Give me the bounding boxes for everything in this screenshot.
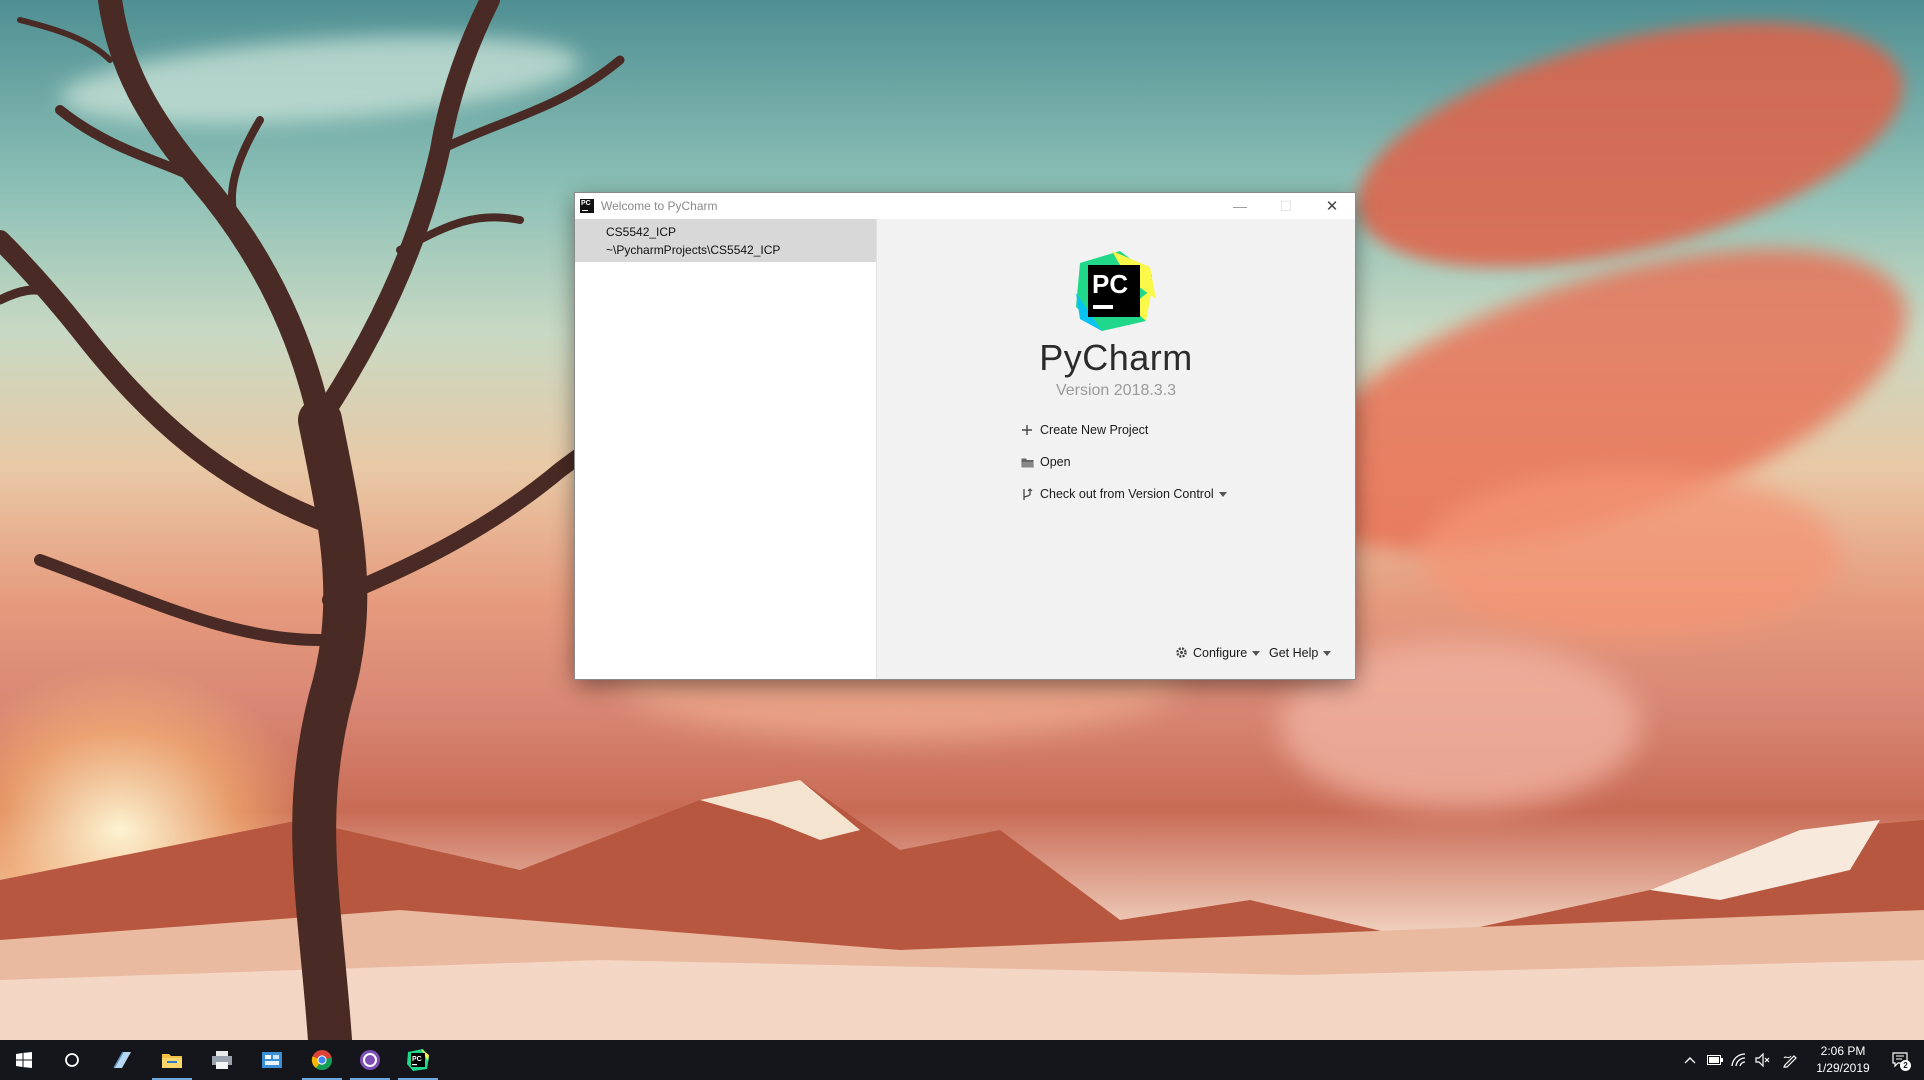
action-center-button[interactable]: 2 xyxy=(1880,1040,1920,1080)
create-new-project-button[interactable]: Create New Project xyxy=(1020,420,1148,440)
app-name: PyCharm xyxy=(1039,337,1193,378)
recent-project-path: ~\PycharmProjects\CS5542_ICP xyxy=(606,243,781,257)
checkout-vcs-label: Check out from Version Control xyxy=(1040,487,1214,501)
wifi-icon xyxy=(1731,1053,1746,1067)
start-button[interactable] xyxy=(0,1040,48,1080)
network-button[interactable] xyxy=(1728,1040,1750,1080)
start-icon xyxy=(16,1052,32,1068)
create-new-project-label: Create New Project xyxy=(1040,423,1149,437)
recent-projects-list: CS5542_ICP ~\PycharmProjects\CS5542_ICP xyxy=(575,219,877,679)
printer-icon xyxy=(212,1051,232,1069)
store-icon xyxy=(262,1052,282,1068)
notepad-icon xyxy=(113,1051,131,1069)
close-button[interactable]: ✕ xyxy=(1309,193,1355,219)
chevron-up-icon xyxy=(1684,1057,1696,1064)
close-icon: ✕ xyxy=(1325,198,1339,215)
volume-button[interactable] xyxy=(1752,1040,1774,1080)
get-help-label: Get Help xyxy=(1269,646,1319,660)
pycharm-welcome-window: PC Welcome to PyCharm — ☐ ✕ CS5542_ICP ~… xyxy=(575,193,1355,679)
minimize-icon: — xyxy=(1233,198,1247,214)
taskbar-store[interactable] xyxy=(248,1040,296,1080)
taskbar-notepad[interactable] xyxy=(98,1040,146,1080)
cortana-icon xyxy=(65,1053,79,1067)
taskbar-pycharm[interactable]: PC xyxy=(394,1040,442,1080)
get-help-button[interactable]: Get Help xyxy=(1269,643,1332,663)
pen-workspace-button[interactable] xyxy=(1778,1040,1802,1080)
maximize-icon: ☐ xyxy=(1279,197,1293,214)
clock-date: 1/29/2019 xyxy=(1816,1061,1870,1075)
pycharm-small-icon: PC xyxy=(580,199,594,213)
taskbar: PC 2:06 PM 1/29/2019 2 xyxy=(0,1040,1924,1080)
chevron-down-icon xyxy=(1218,491,1227,497)
battery-button[interactable] xyxy=(1704,1040,1726,1080)
window-title: Welcome to PyCharm xyxy=(601,199,718,213)
app-version: Version 2018.3.3 xyxy=(1055,382,1177,399)
pycharm-logo-text: PC xyxy=(1092,269,1128,299)
open-button[interactable]: Open xyxy=(1020,452,1071,472)
maximize-button[interactable]: ☐ xyxy=(1263,193,1309,219)
open-label: Open xyxy=(1040,455,1071,469)
chevron-down-icon xyxy=(1252,650,1261,656)
vcs-branch-icon xyxy=(1020,487,1034,501)
configure-button[interactable]: Configure xyxy=(1175,643,1261,663)
clock-time: 2:06 PM xyxy=(1820,1044,1866,1058)
chrome-icon xyxy=(311,1050,333,1071)
pycharm-logo: PC xyxy=(1076,251,1156,331)
taskbar-file-explorer[interactable] xyxy=(148,1040,196,1080)
system-clock[interactable]: 2:06 PM 1/29/2019 xyxy=(1808,1043,1878,1077)
welcome-pane: PC PyCharm Version 2018.3.3 Create New P… xyxy=(877,219,1355,679)
plus-icon xyxy=(1020,423,1034,437)
taskbar-printer[interactable] xyxy=(198,1040,246,1080)
window-titlebar[interactable]: PC Welcome to PyCharm — ☐ ✕ xyxy=(575,193,1355,219)
cortana-button[interactable] xyxy=(48,1040,96,1080)
app-icon xyxy=(360,1050,380,1070)
minimize-button[interactable]: — xyxy=(1217,193,1263,219)
recent-project-item[interactable]: CS5542_ICP ~\PycharmProjects\CS5542_ICP xyxy=(575,219,876,262)
show-hidden-icons-button[interactable] xyxy=(1680,1040,1700,1080)
folder-icon xyxy=(1020,455,1034,469)
configure-label: Configure xyxy=(1193,646,1248,660)
pycharm-icon: PC xyxy=(407,1049,429,1071)
wallpaper-cloud xyxy=(1420,470,1840,640)
chevron-down-icon xyxy=(1323,650,1332,656)
battery-icon xyxy=(1707,1055,1723,1065)
pycharm-taskbar-logo-text: PC xyxy=(412,1056,422,1063)
taskbar-app[interactable] xyxy=(346,1040,394,1080)
pen-icon xyxy=(1783,1055,1797,1068)
taskbar-chrome[interactable] xyxy=(298,1040,346,1080)
notification-count-badge: 2 xyxy=(1900,1060,1911,1071)
recent-project-name: CS5542_ICP xyxy=(606,225,677,239)
volume-muted-icon xyxy=(1755,1053,1770,1067)
file-explorer-icon xyxy=(162,1054,182,1068)
gear-icon xyxy=(1175,646,1189,660)
checkout-vcs-button[interactable]: Check out from Version Control xyxy=(1020,484,1227,504)
